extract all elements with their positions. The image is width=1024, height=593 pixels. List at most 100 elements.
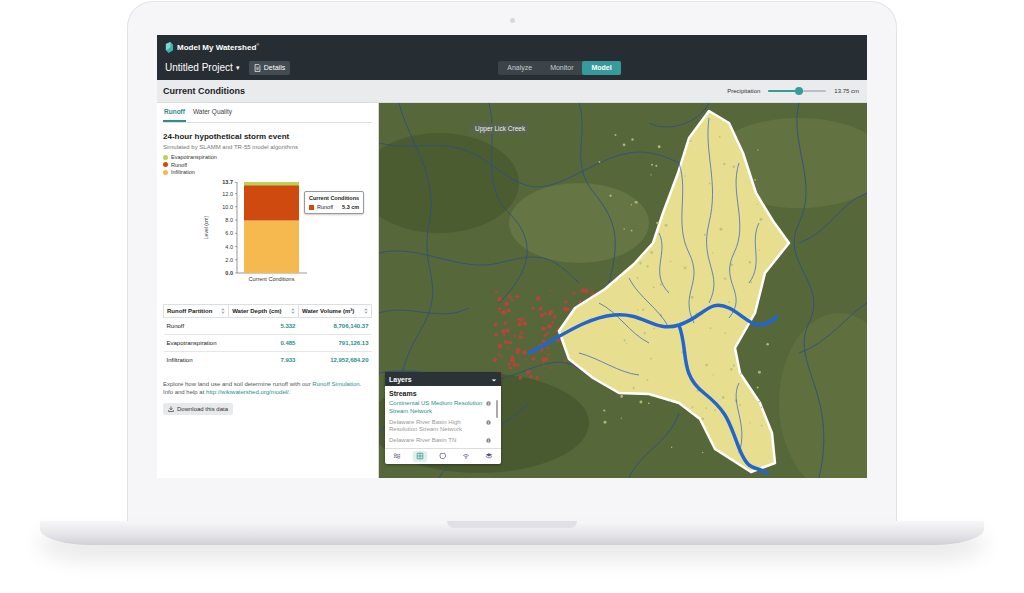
table-column[interactable]: Runoff Partition	[164, 305, 229, 318]
table-row: Infiltration7.93312,952,684.20	[164, 352, 372, 369]
panel-subtitle: Simulated by SLAMM and TR-55 model algor…	[163, 144, 372, 150]
note-text: Explore how land use and soil determine …	[163, 381, 312, 387]
table-cell: 7.933	[229, 352, 299, 369]
note-text: .	[289, 389, 291, 395]
runoff-chart: Level (cm) 13.7 12.0 10.0 8.0 6.0 4.0 2.0 0.0 Cur…	[163, 176, 373, 288]
main-tab[interactable]: Model	[582, 61, 620, 75]
info-icon[interactable]	[486, 438, 491, 443]
layer-tool-signal[interactable]	[459, 451, 473, 462]
tooltip-row: Runoff5.3 cm	[309, 204, 359, 210]
svg-text:10.0: 10.0	[222, 204, 233, 210]
camera-icon	[510, 18, 515, 23]
main-tab[interactable]: Monitor	[541, 61, 582, 75]
laptop: Model My Watershed® Untitled Project▾ Deta…	[40, 1, 984, 545]
svg-text:6.0: 6.0	[225, 230, 233, 236]
layers-section: Streams	[389, 390, 491, 397]
chart-bar[interactable]	[244, 182, 299, 185]
y-tick: 12.0	[222, 191, 237, 197]
help-note: Explore how land use and soil determine …	[163, 380, 372, 397]
laptop-notch	[447, 521, 577, 528]
map-place-label: Upper Lick Creek	[471, 123, 529, 134]
logo[interactable]: Model My Watershed®	[165, 40, 859, 54]
table-cell: 0.485	[229, 335, 299, 352]
layers-panel: Layers⌄ Streams Continental US Medium Reso…	[385, 372, 501, 464]
y-axis	[237, 182, 238, 273]
precipitation-slider[interactable]	[768, 90, 826, 92]
y-tick: 0.0	[225, 270, 237, 276]
boundary-icon	[439, 452, 447, 460]
panel-tab[interactable]: Water Quality	[192, 103, 233, 122]
table-column[interactable]: Water Volume (m³)	[298, 305, 371, 318]
watershed-logo-icon	[165, 42, 174, 53]
chart-bar[interactable]	[244, 220, 299, 273]
runoff-table: Runoff PartitionWater Depth (cm)Water Vo…	[163, 304, 372, 368]
svg-text:2.0: 2.0	[225, 257, 233, 263]
y-tick: 4.0	[225, 244, 237, 250]
y-axis-label: Level (cm)	[203, 215, 209, 239]
tooltip-title: Current Conditions	[309, 195, 359, 201]
help-link[interactable]: http://wikiwatershed.org/model/	[206, 389, 289, 395]
panel-tabs: Runoff Water Quality	[163, 103, 372, 123]
table-header-row: Runoff PartitionWater Depth (cm)Water Vo…	[164, 305, 372, 318]
layers-list: Streams Continental US Medium Resolution …	[385, 386, 501, 448]
table-cell: 8,706,140.37	[298, 318, 371, 335]
help-link[interactable]: Runoff Simulation	[312, 381, 359, 387]
table-column[interactable]: Water Depth (cm)	[229, 305, 299, 318]
app-header: Model My Watershed® Untitled Project▾ Deta…	[157, 35, 867, 80]
layer-tool-boundary[interactable]	[436, 451, 450, 462]
table-cell: Evapotranspiration	[164, 335, 229, 352]
project-name: Untitled Project	[165, 62, 233, 73]
layer-tool-stack[interactable]	[482, 451, 496, 462]
layer-tool-streams[interactable]	[390, 451, 404, 462]
tooltip-swatch	[309, 205, 314, 210]
svg-text:0.0: 0.0	[225, 270, 233, 276]
y-tick: 13.7	[222, 179, 237, 185]
layer-item[interactable]: Continental US Medium Resolution Stream …	[389, 400, 491, 416]
main-river	[529, 305, 777, 473]
svg-text:13.7: 13.7	[222, 179, 233, 185]
laptop-base	[40, 521, 984, 545]
download-icon	[168, 406, 174, 412]
project-menu[interactable]: Untitled Project▾	[165, 62, 240, 73]
legend-item: Infiltration	[163, 169, 372, 175]
details-button[interactable]: Details	[249, 61, 290, 75]
layers-header[interactable]: Layers⌄	[385, 372, 501, 386]
y-tick: 8.0	[225, 217, 237, 223]
stream-network	[379, 103, 867, 478]
chart-tooltip: Current Conditions Runoff5.3 cm	[304, 191, 364, 214]
watershed-boundary[interactable]	[559, 111, 789, 472]
stack-icon	[485, 452, 493, 460]
toolbar-title: Current Conditions	[163, 86, 245, 96]
laptop-lid: Model My Watershed® Untitled Project▾ Deta…	[127, 1, 897, 522]
precipitation-control: Precipitation13.75 cm	[727, 88, 859, 94]
legend-dot	[163, 162, 168, 167]
results-panel: RunoffWater Quality24-hour hypothetical …	[157, 103, 379, 478]
precipitation-label: Precipitation	[727, 88, 760, 94]
layer-item[interactable]: Delaware River Basin High Resolution Str…	[389, 419, 491, 435]
legend-item: Runoff	[163, 162, 372, 168]
svg-text:12.0: 12.0	[222, 191, 233, 197]
legend-item: Evapotranspiration	[163, 154, 372, 160]
signal-icon	[462, 452, 470, 460]
table-row: Runoff5.3328,706,140.37	[164, 318, 372, 335]
table-row: Evapotranspiration0.485791,126.13	[164, 335, 372, 352]
info-icon[interactable]	[486, 420, 491, 425]
panel-tab[interactable]: Runoff	[163, 103, 186, 122]
map[interactable]: Upper Lick Creek Layers⌄ Streams Continenta…	[379, 103, 867, 478]
nav-row: Untitled Project▾ Details AnalyzeMonitorMo…	[165, 59, 859, 76]
download-button[interactable]: Download this data	[163, 403, 233, 415]
chevron-icon: ⌄	[491, 375, 497, 383]
layer-item[interactable]: Delaware River Basin TN	[389, 437, 491, 445]
caret-icon: ▾	[236, 64, 240, 72]
chart-bar[interactable]	[244, 185, 299, 220]
layer-tool-grid[interactable]	[413, 451, 427, 462]
table-cell: Infiltration	[164, 352, 229, 369]
main-tab[interactable]: Analyze	[498, 61, 541, 75]
table-cell: 791,126.13	[298, 335, 371, 352]
info-icon[interactable]	[486, 401, 491, 406]
slider-thumb[interactable]	[795, 87, 803, 95]
x-axis-label: Current Conditions	[249, 276, 295, 282]
scrollbar[interactable]	[496, 400, 498, 418]
table-cell: Runoff	[164, 318, 229, 335]
screen: Model My Watershed® Untitled Project▾ Deta…	[157, 35, 867, 478]
